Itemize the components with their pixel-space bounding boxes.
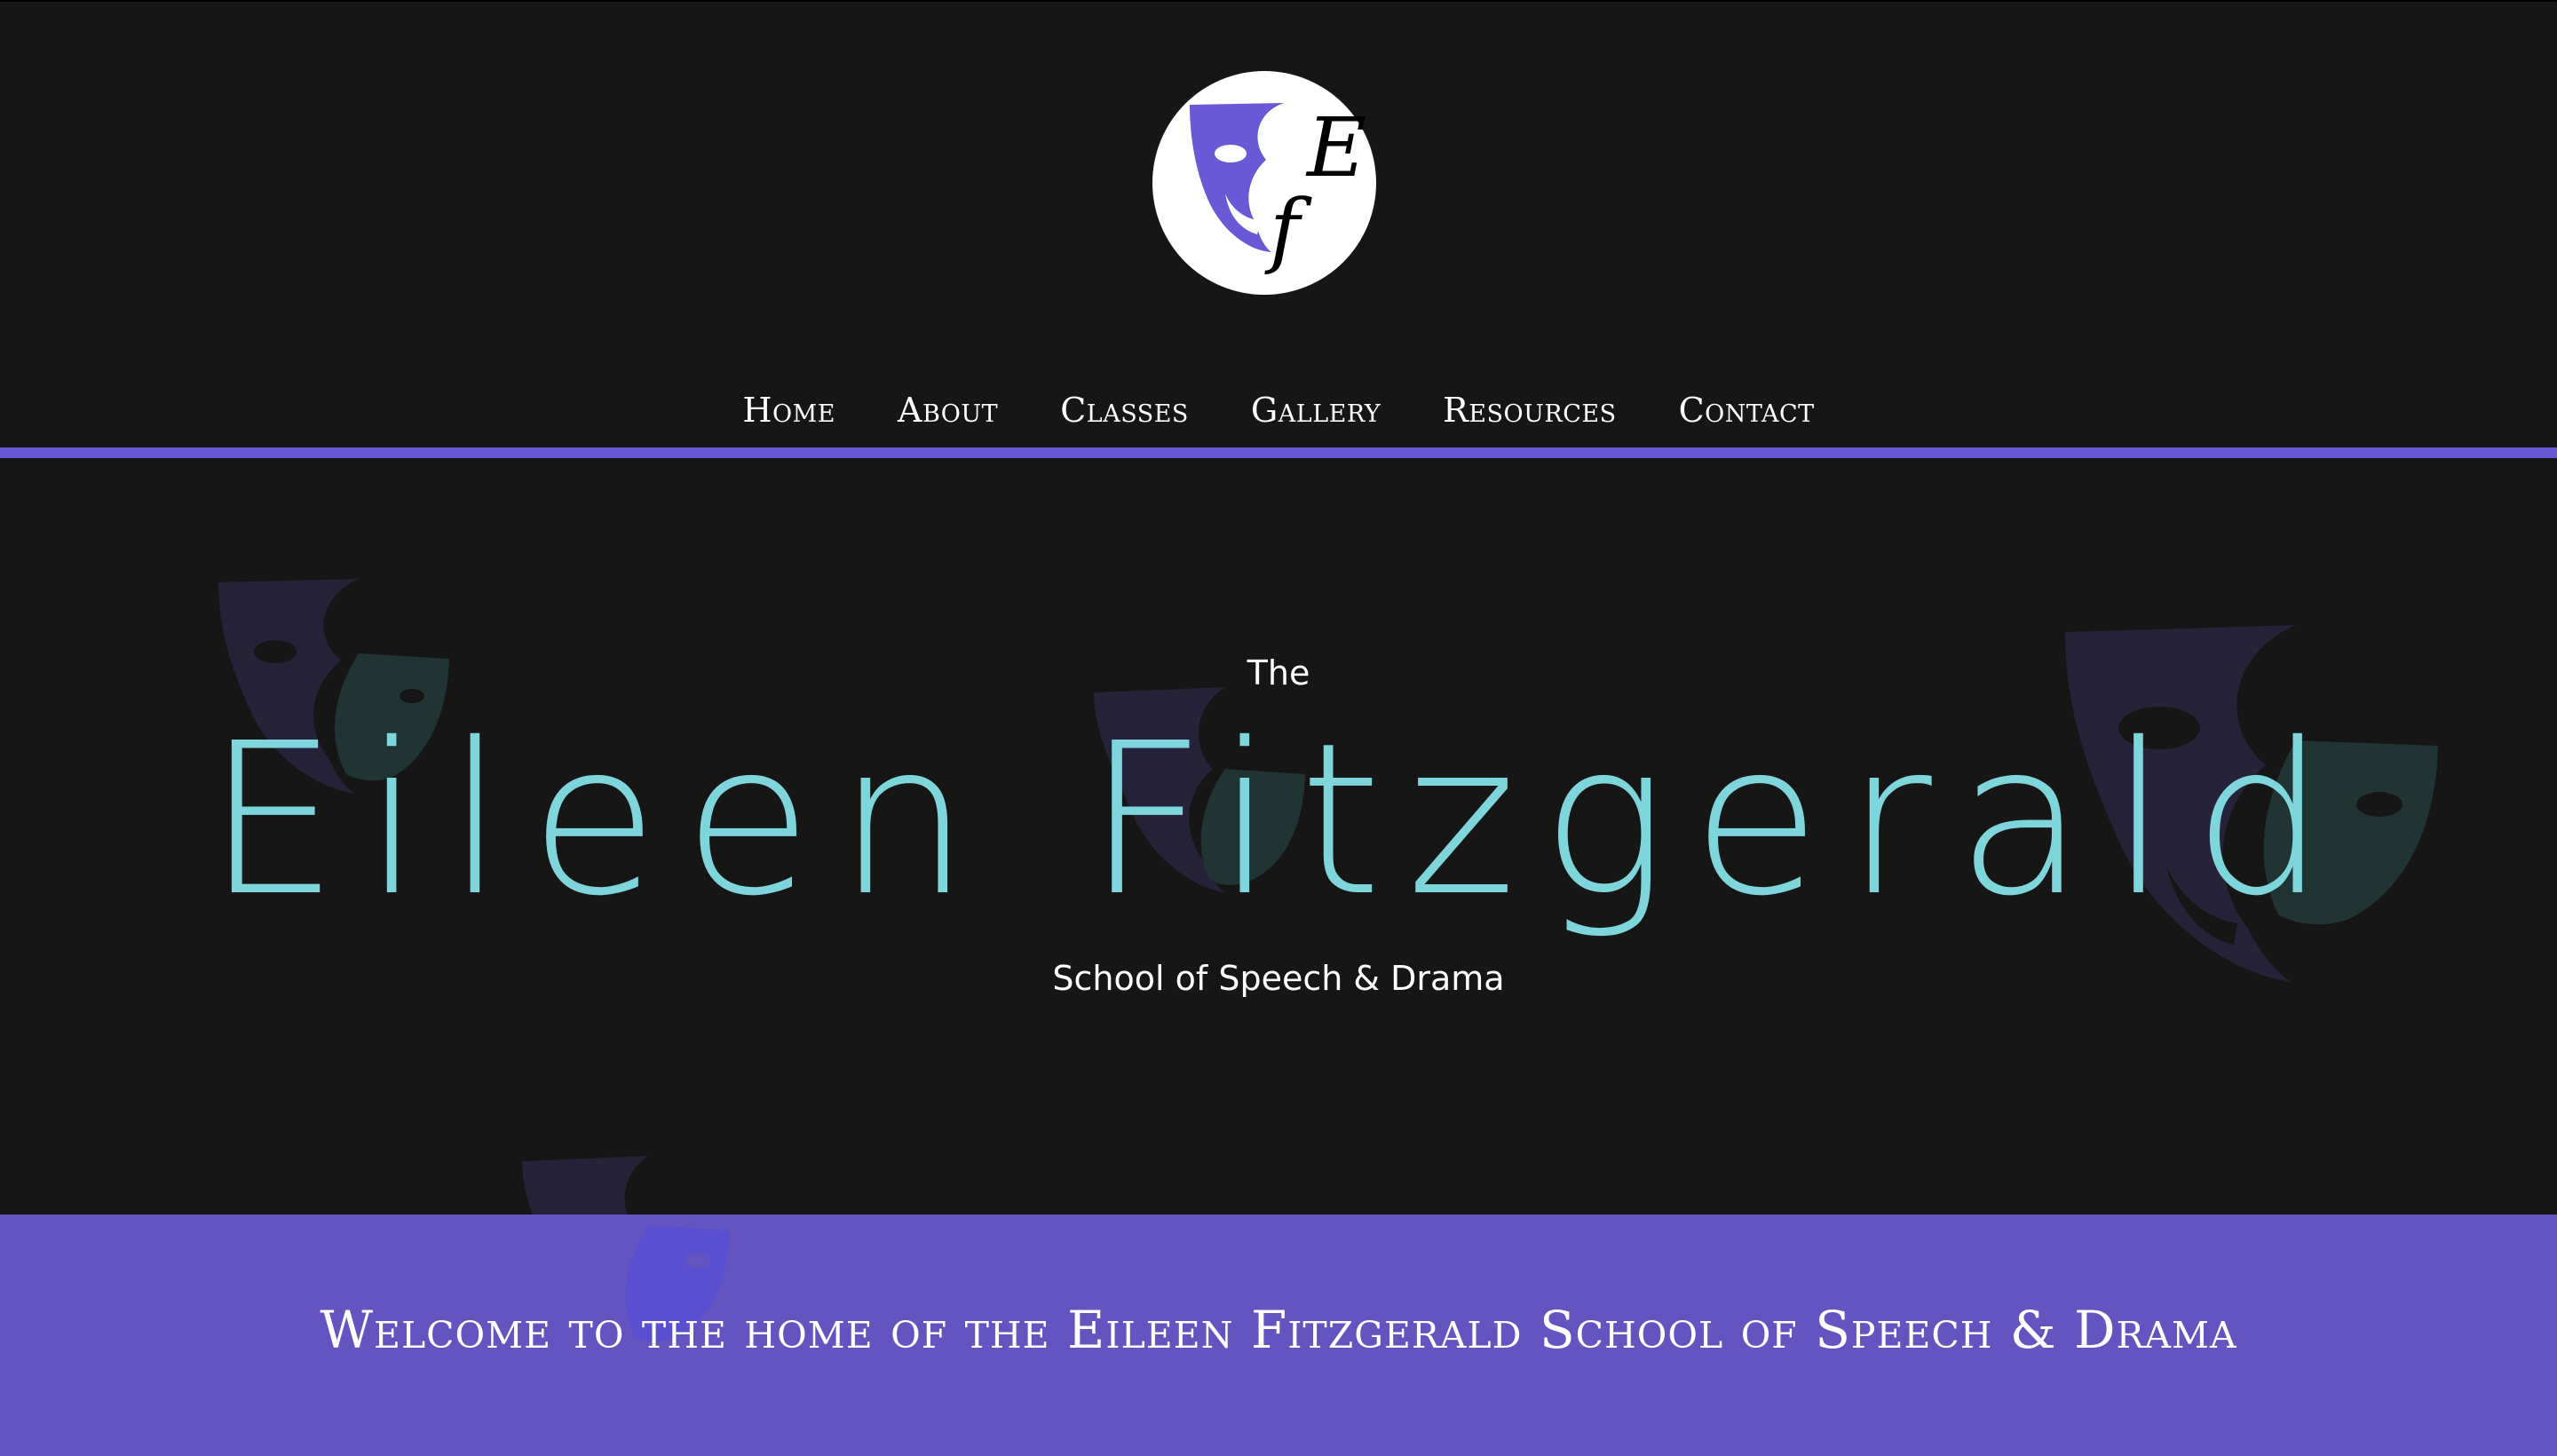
svg-text:E: E	[1305, 100, 1366, 195]
welcome-heading: Welcome to the home of the Eileen Fitzge…	[320, 1300, 2237, 1360]
nav-item-about[interactable]: About	[898, 391, 998, 430]
nav-item-contact[interactable]: Contact	[1679, 391, 1815, 430]
page: E f Home About Classes Gallery Resources…	[0, 0, 2557, 1456]
theatre-mask-logo-icon[interactable]: E f	[1151, 69, 1378, 297]
site-header: E f Home About Classes Gallery Resources…	[0, 0, 2557, 449]
hero-title: Eileen Fitzgerald	[206, 698, 2351, 942]
hero-section: The Eileen Fitzgerald School of Speech &…	[0, 458, 2557, 1215]
nav-item-gallery[interactable]: Gallery	[1251, 391, 1381, 430]
main-nav: Home About Classes Gallery Resources Con…	[0, 382, 2557, 439]
top-border	[0, 0, 2557, 2]
nav-item-classes[interactable]: Classes	[1060, 391, 1189, 430]
nav-divider	[0, 447, 2557, 458]
nav-item-home[interactable]: Home	[742, 391, 835, 430]
welcome-band: Welcome to the home of the Eileen Fitzge…	[0, 1215, 2557, 1456]
hero-pre-title: The	[1247, 653, 1310, 692]
hero-subtitle: School of Speech & Drama	[1052, 959, 1505, 998]
nav-item-resources[interactable]: Resources	[1443, 391, 1616, 430]
